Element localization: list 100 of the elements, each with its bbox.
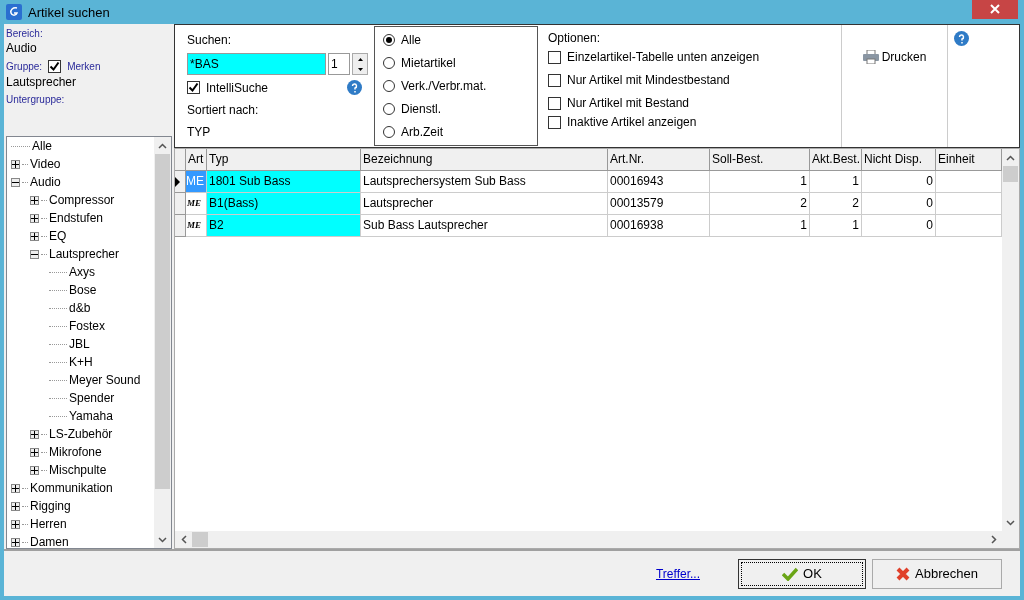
expand-icon[interactable] bbox=[11, 159, 20, 169]
tree-item[interactable]: LS-Zubehör bbox=[49, 427, 113, 441]
printer-icon bbox=[862, 50, 879, 64]
tree-item[interactable]: Lautsprecher bbox=[49, 247, 120, 261]
checkbox-label: Nur Artikel mit Bestand bbox=[567, 96, 690, 110]
radio-button[interactable] bbox=[383, 126, 395, 138]
close-button[interactable] bbox=[972, 0, 1018, 19]
tree-item[interactable]: Endstufen bbox=[49, 211, 104, 225]
radio-button[interactable] bbox=[383, 103, 395, 115]
tree-item[interactable]: Damen bbox=[30, 535, 69, 548]
table-cell: 1 bbox=[710, 215, 810, 237]
row-pointer-icon bbox=[175, 176, 180, 187]
hits-link[interactable]: Treffer... bbox=[656, 566, 700, 581]
expand-icon[interactable] bbox=[11, 501, 20, 511]
table-cell: 1801 Sub Bass bbox=[207, 171, 361, 193]
help-icon[interactable] bbox=[954, 31, 969, 46]
scroll-up-icon[interactable] bbox=[1006, 154, 1015, 161]
window-title: Artikel suchen bbox=[28, 4, 111, 20]
help-icon[interactable] bbox=[347, 80, 362, 95]
ok-button[interactable]: OK bbox=[738, 558, 866, 589]
table-cell: 1 bbox=[810, 171, 862, 193]
checkbox-label: Einzelartikel-Tabelle unten anzeigen bbox=[567, 50, 760, 64]
row-header[interactable] bbox=[175, 171, 186, 193]
tree-item[interactable]: Rigging bbox=[30, 499, 71, 513]
tree-item[interactable]: Bose bbox=[69, 283, 97, 297]
expand-icon[interactable] bbox=[30, 429, 39, 439]
checkmark-icon bbox=[782, 566, 799, 581]
field-label: Gruppe: bbox=[6, 61, 43, 72]
tree-item[interactable]: Yamaha bbox=[69, 409, 113, 423]
radio-button[interactable] bbox=[383, 57, 395, 69]
column-header[interactable]: Nicht Disp. bbox=[862, 149, 936, 171]
scroll-left-icon[interactable] bbox=[180, 535, 187, 544]
scroll-thumb[interactable] bbox=[155, 154, 170, 489]
checkbox-label: Merken bbox=[67, 61, 101, 72]
tree-item[interactable]: Meyer Sound bbox=[69, 373, 141, 387]
table-cell bbox=[936, 193, 1002, 215]
table-cell: Lautsprecher bbox=[361, 193, 608, 215]
table-cell: 00016938 bbox=[608, 215, 710, 237]
tree-item[interactable]: Fostex bbox=[69, 319, 105, 333]
expand-icon[interactable] bbox=[30, 447, 39, 457]
tree-item[interactable]: Alle bbox=[32, 139, 52, 153]
collapse-icon[interactable] bbox=[11, 177, 20, 187]
column-header[interactable]: Art bbox=[186, 149, 207, 171]
column-header[interactable]: Art.Nr. bbox=[608, 149, 710, 171]
caret-up-icon bbox=[357, 58, 363, 61]
row-header bbox=[175, 149, 186, 171]
radio-button[interactable] bbox=[383, 34, 395, 46]
expand-icon[interactable] bbox=[30, 213, 39, 223]
expand-icon[interactable] bbox=[11, 519, 20, 529]
radio-label: Verk./Verbr.mat. bbox=[401, 79, 487, 93]
column-header[interactable]: Akt.Best. bbox=[810, 149, 862, 171]
tree-item[interactable]: Audio bbox=[30, 175, 61, 189]
expand-icon[interactable] bbox=[30, 465, 39, 475]
tree-item[interactable]: d&b bbox=[69, 301, 91, 315]
print-button[interactable]: Drucken bbox=[860, 47, 929, 67]
expand-icon[interactable] bbox=[30, 195, 39, 205]
search-label: Suchen: bbox=[187, 33, 233, 47]
scroll-thumb[interactable] bbox=[192, 532, 208, 547]
tree-item[interactable]: Spender bbox=[69, 391, 115, 405]
expand-icon[interactable] bbox=[11, 483, 20, 493]
column-header[interactable]: Soll-Best. bbox=[710, 149, 810, 171]
table-cell: 2 bbox=[810, 193, 862, 215]
expand-icon[interactable] bbox=[30, 231, 39, 241]
column-header[interactable]: Bezeichnung bbox=[361, 149, 608, 171]
tree-item[interactable]: Video bbox=[30, 157, 61, 171]
expand-icon[interactable] bbox=[11, 537, 20, 547]
scroll-up-icon[interactable] bbox=[158, 142, 167, 149]
tree-item[interactable]: Herren bbox=[30, 517, 67, 531]
option-checkbox[interactable] bbox=[548, 50, 561, 64]
tree-item[interactable]: Kommunikation bbox=[30, 481, 113, 495]
tree-item[interactable]: JBL bbox=[69, 337, 90, 351]
scroll-down-icon[interactable] bbox=[158, 536, 167, 543]
tree-item[interactable]: EQ bbox=[49, 229, 67, 243]
scrollbar[interactable] bbox=[154, 137, 171, 548]
tree-item[interactable]: K+H bbox=[69, 355, 93, 369]
count-field[interactable]: 1 bbox=[328, 53, 350, 75]
scroll-thumb[interactable] bbox=[1003, 166, 1018, 182]
tree-item[interactable]: Compressor bbox=[49, 193, 115, 207]
merken-checkbox[interactable] bbox=[48, 60, 62, 73]
scroll-right-icon[interactable] bbox=[990, 535, 997, 544]
checkbox-label: IntelliSuche bbox=[206, 80, 270, 95]
collapse-icon[interactable] bbox=[30, 249, 39, 259]
scrollbar[interactable] bbox=[1002, 149, 1019, 531]
option-checkbox[interactable] bbox=[548, 73, 561, 87]
intellisuche-checkbox[interactable] bbox=[187, 81, 200, 94]
radio-label: Arb.Zeit bbox=[401, 125, 443, 139]
radio-button[interactable] bbox=[383, 80, 395, 92]
scrollbar[interactable] bbox=[175, 531, 1019, 548]
column-header[interactable]: Typ bbox=[207, 149, 361, 171]
table-cell bbox=[936, 215, 1002, 237]
option-checkbox[interactable] bbox=[548, 115, 561, 129]
search-field[interactable]: *BAS bbox=[187, 53, 326, 75]
close-icon bbox=[990, 4, 1000, 14]
cancel-button[interactable]: Abbrechen bbox=[872, 558, 1002, 589]
column-header[interactable]: Einheit bbox=[936, 149, 1002, 171]
scroll-down-icon[interactable] bbox=[1006, 519, 1015, 526]
tree-item[interactable]: Axys bbox=[69, 265, 95, 279]
option-checkbox[interactable] bbox=[548, 96, 561, 110]
tree-item[interactable]: Mikrofone bbox=[49, 445, 102, 459]
tree-item[interactable]: Mischpulte bbox=[49, 463, 107, 477]
